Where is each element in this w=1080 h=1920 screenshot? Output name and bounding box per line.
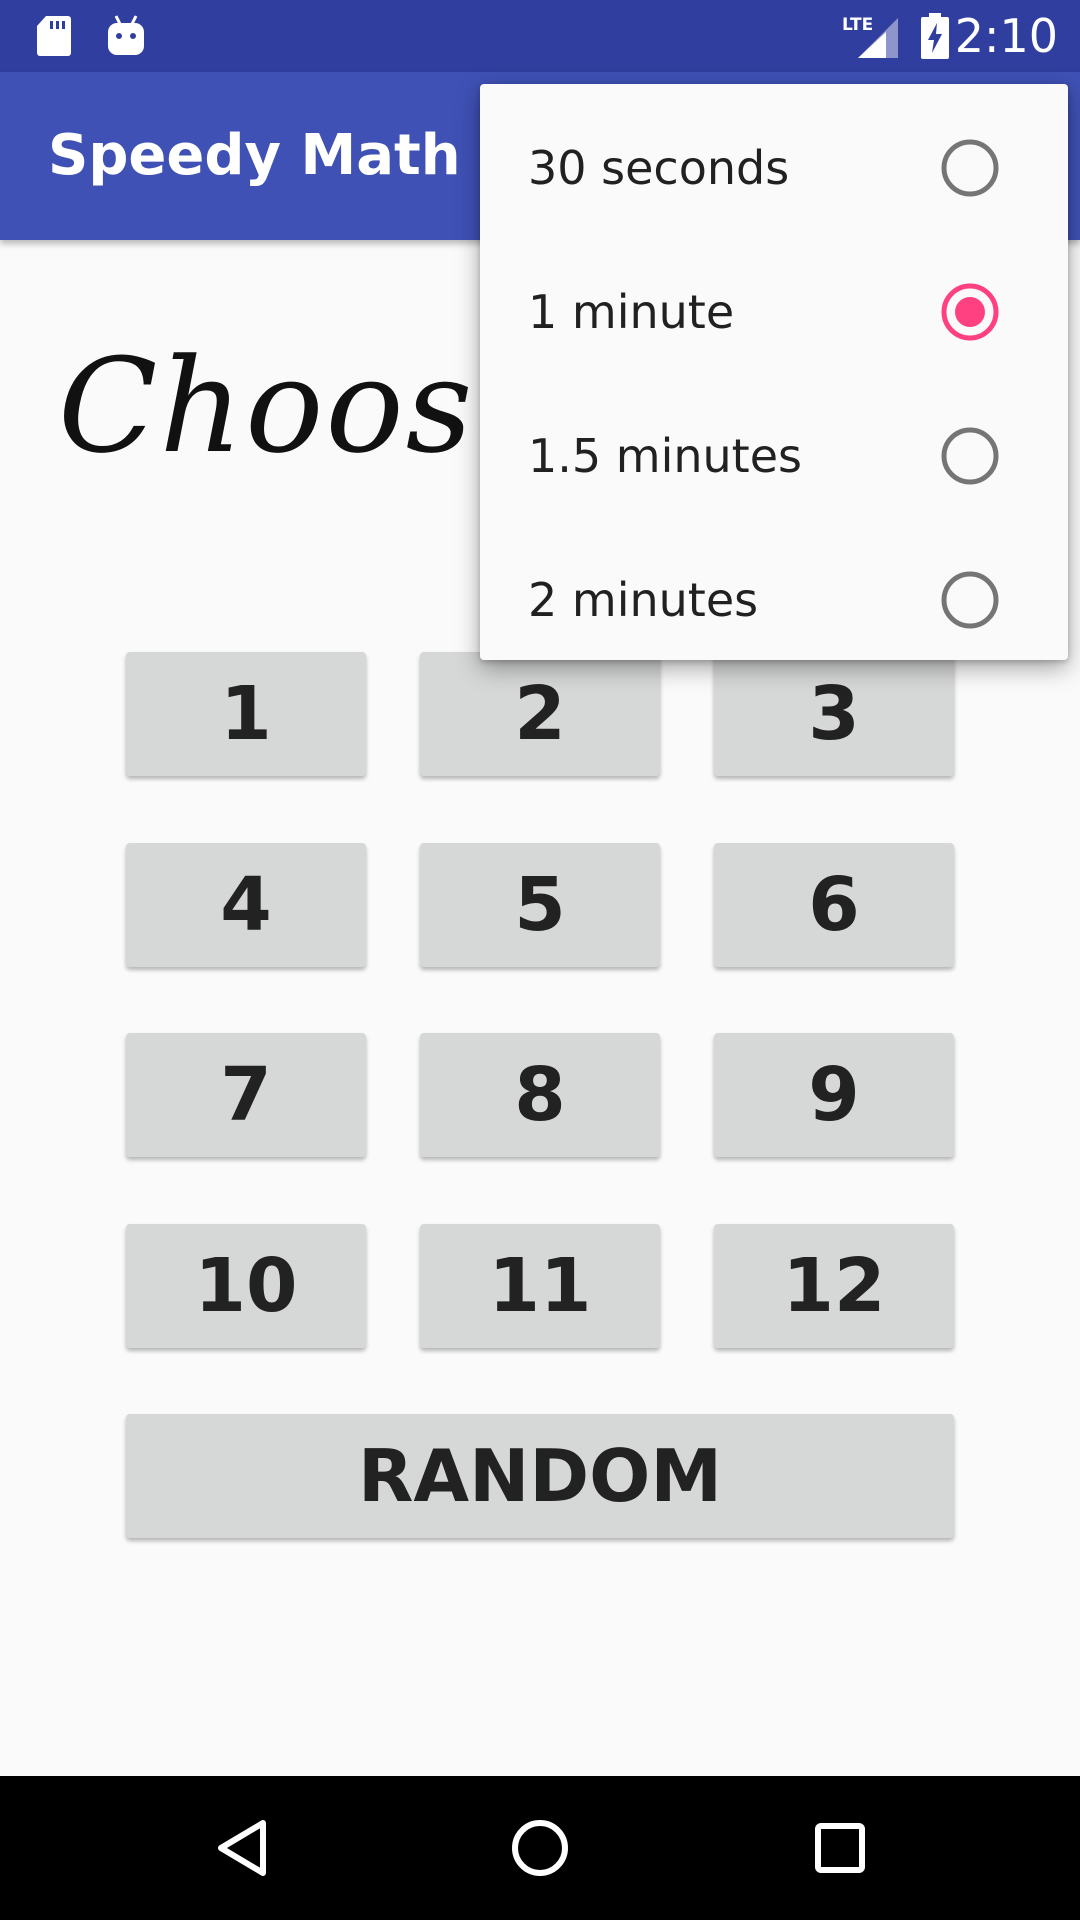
menu-item-30-seconds[interactable]: 30 seconds [480,96,1068,240]
battery-charging-icon [918,0,952,72]
home-button[interactable] [480,1776,600,1920]
number-button-6[interactable]: 6 [714,843,954,967]
number-button-8[interactable]: 8 [420,1033,660,1157]
menu-item-1-5-minutes[interactable]: 1.5 minutes [480,384,1068,528]
radio-unchecked-icon[interactable] [941,571,999,629]
android-debug-icon [104,0,148,72]
number-button-7[interactable]: 7 [126,1033,366,1157]
recents-icon [815,1823,865,1873]
app-title: Speedy Math [48,123,461,188]
sd-card-icon [34,0,74,72]
number-button-1[interactable]: 1 [126,652,366,776]
navigation-bar [0,1776,1080,1920]
back-icon [218,1820,266,1876]
menu-item-1-minute[interactable]: 1 minute [480,240,1068,384]
speedy-math-screen: LTE 2:10 Speedy Math Choose 1 2 3 4 5 6 … [0,0,1080,1920]
number-button-4[interactable]: 4 [126,843,366,967]
lte-signal-icon: LTE [842,0,900,72]
number-button-11[interactable]: 11 [420,1224,660,1348]
menu-item-label: 1.5 minutes [528,429,802,483]
menu-item-label: 2 minutes [528,573,759,627]
menu-item-label: 30 seconds [528,141,790,195]
radio-checked-icon[interactable] [941,283,999,341]
back-button[interactable] [181,1776,301,1920]
recents-button[interactable] [780,1776,900,1920]
number-button-9[interactable]: 9 [714,1033,954,1157]
home-icon [512,1820,568,1876]
time-options-menu: 30 seconds 1 minute 1.5 minutes 2 minute… [480,84,1068,660]
status-clock: 2:10 [954,9,1058,63]
number-button-12[interactable]: 12 [714,1224,954,1348]
lte-label: LTE [842,15,873,35]
menu-item-2-minutes[interactable]: 2 minutes [480,528,1068,672]
number-button-5[interactable]: 5 [420,843,660,967]
random-button[interactable]: RANDOM [126,1414,954,1538]
menu-item-label: 1 minute [528,285,735,339]
number-button-10[interactable]: 10 [126,1224,366,1348]
status-bar: LTE 2:10 [0,0,1080,72]
radio-unchecked-icon[interactable] [941,427,999,485]
radio-unchecked-icon[interactable] [941,139,999,197]
